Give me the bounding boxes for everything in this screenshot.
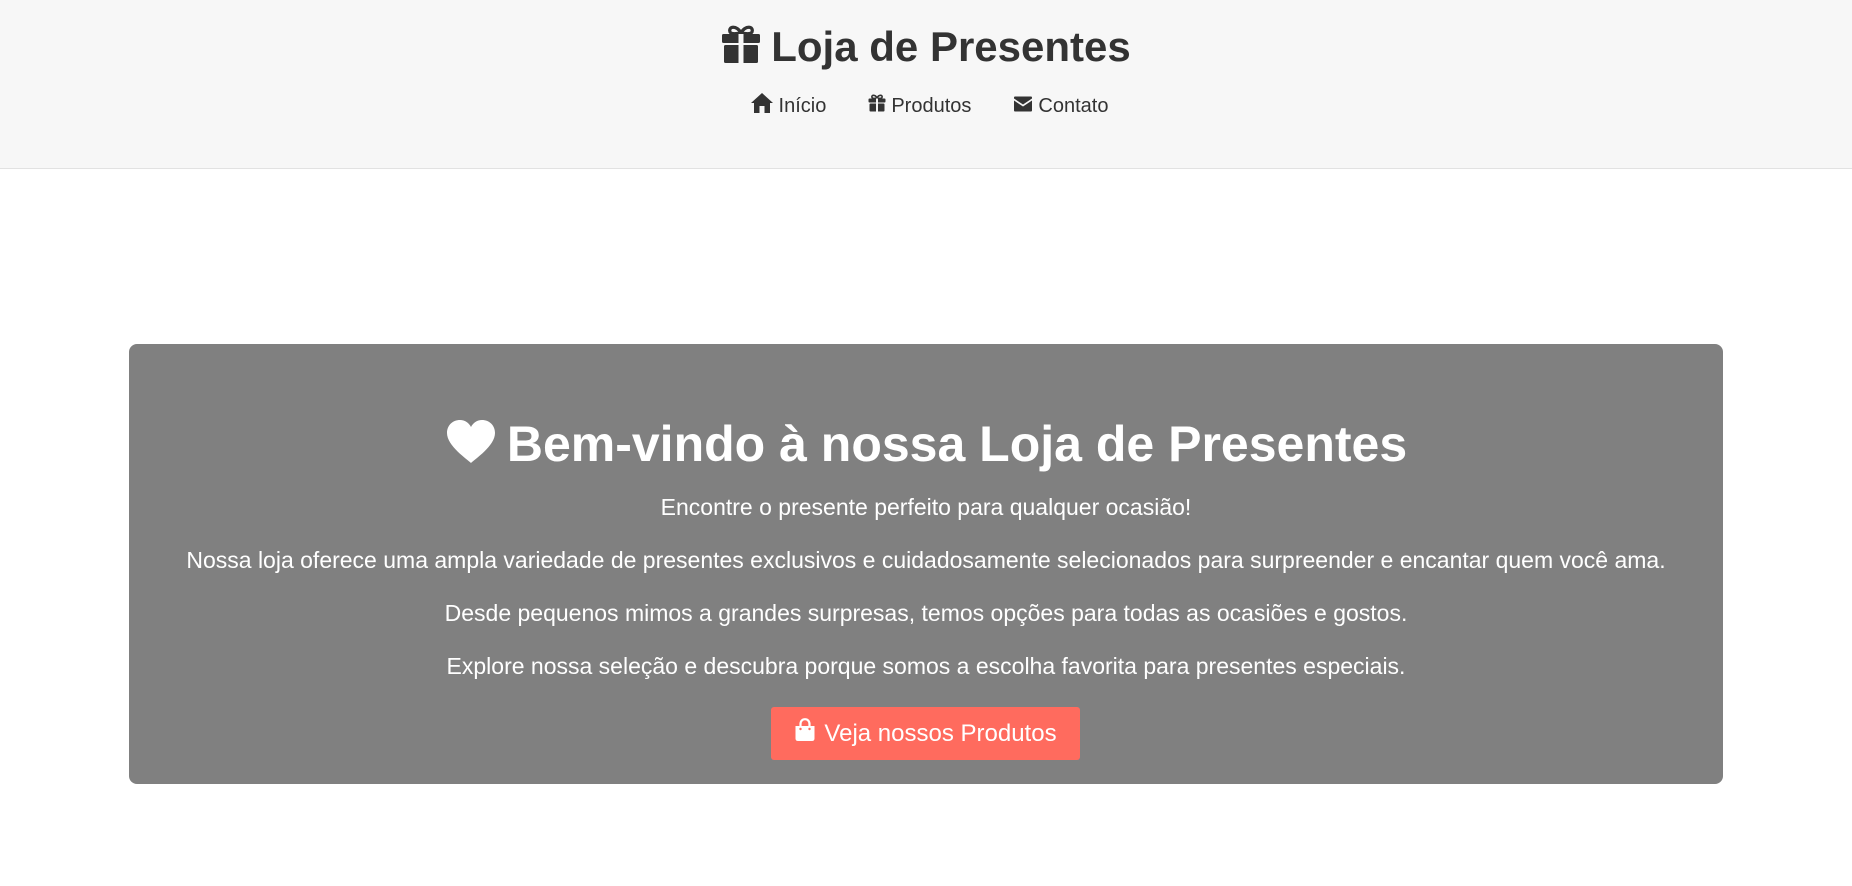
nav-link-label: Início (778, 94, 827, 117)
site-title: Loja de Presentes (0, 18, 1852, 79)
envelope-icon (1013, 95, 1033, 118)
hero-paragraph: Nossa loja oferece uma ampla variedade d… (186, 547, 1666, 573)
view-products-label: Veja nossos Produtos (824, 719, 1057, 747)
hero-paragraph: Explore nossa seleção e descubra porque … (446, 653, 1406, 679)
nav-link-produtos[interactable]: Produtos (868, 94, 971, 118)
view-products-button[interactable]: Veja nossos Produtos (771, 707, 1080, 760)
nav-link-label: Contato (1038, 94, 1109, 117)
hero-banner: Bem-vindo à nossa Loja de Presentes Enco… (129, 344, 1723, 784)
hero-title-text: Bem-vindo à nossa Loja de Presentes (506, 416, 1408, 472)
heart-icon (445, 412, 497, 484)
hero-tagline: Encontre o presente perfeito para qualqu… (660, 494, 1192, 520)
shopping-bag-icon (794, 718, 816, 749)
nav-link-contato[interactable]: Contato (1013, 95, 1108, 118)
nav-link-label: Produtos (891, 94, 972, 117)
nav-link-inicio[interactable]: Início (750, 92, 827, 120)
hero-paragraph: Desde pequenos mimos a grandes surpresas… (444, 600, 1408, 626)
gift-icon (868, 94, 886, 118)
main-nav: Início Produtos Contato (0, 90, 1852, 122)
site-title-text: Loja de Presentes (771, 23, 1131, 70)
site-header: Loja de Presentes Início Produtos Contat… (0, 0, 1852, 169)
gift-icon (721, 21, 761, 79)
home-icon (750, 92, 774, 120)
hero-title: Bem-vindo à nossa Loja de Presentes (129, 408, 1723, 484)
